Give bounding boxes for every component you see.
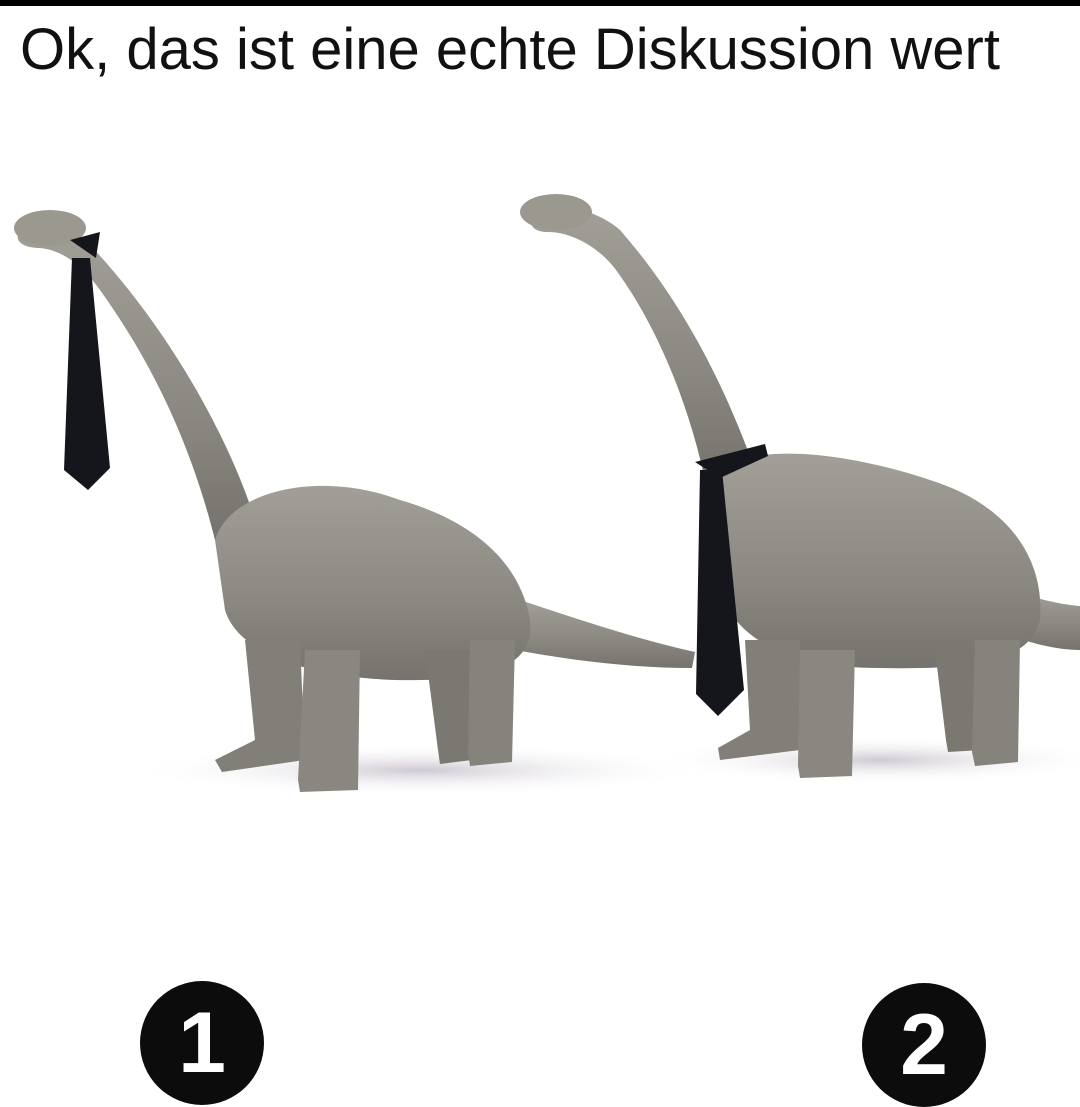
option-1-label: 1 (178, 994, 226, 1091)
option-2-badge: 2 (862, 983, 986, 1107)
top-border (0, 0, 1080, 6)
dinosaur-2 (520, 194, 1080, 784)
meme-image: 1 2 (0, 165, 1080, 1107)
dinosaur-1 (14, 210, 710, 796)
option-1-badge: 1 (140, 981, 264, 1105)
meme-caption: Ok, das ist eine echte Diskussion wert (20, 17, 1000, 82)
option-2-label: 2 (900, 996, 948, 1093)
